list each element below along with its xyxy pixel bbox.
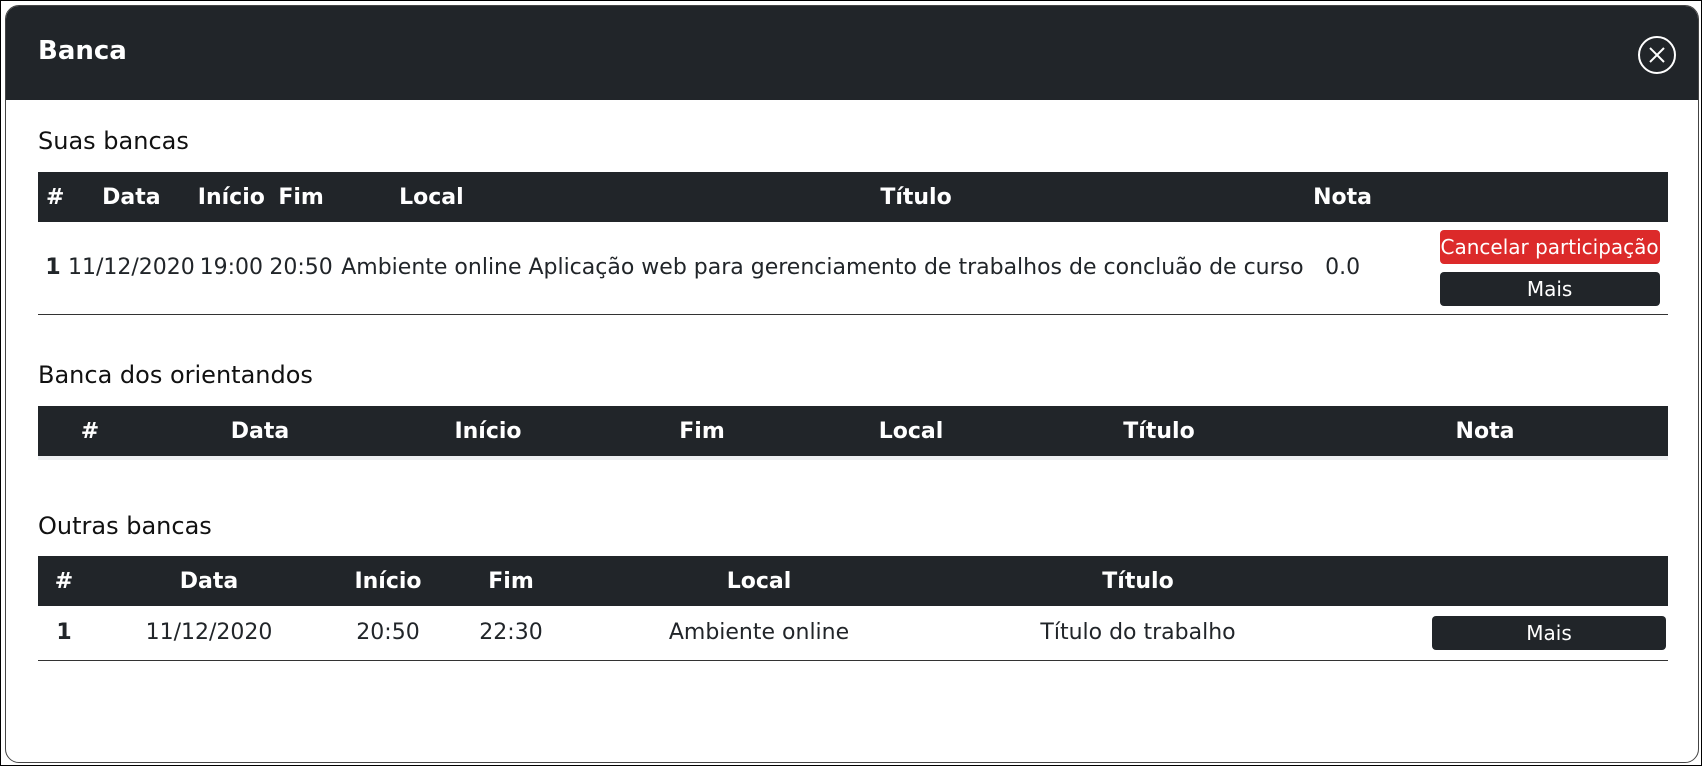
cell-local: Ambiente online (334, 222, 529, 315)
column-header: # (38, 556, 90, 606)
cell-actions: Cancelar participação Mais (1381, 222, 1668, 315)
close-button[interactable] (1638, 36, 1676, 74)
column-header: Título (1016, 406, 1302, 456)
empty-table-divider (38, 456, 1668, 460)
suas-bancas-table: # Data Início Fim Local Título Nota 1 11… (38, 172, 1668, 315)
cell-fim: 20:50 (267, 222, 335, 315)
column-header: Local (806, 406, 1016, 456)
column-header: Início (378, 406, 598, 456)
column-header: Nota (1302, 406, 1668, 456)
row-number: 1 (38, 222, 68, 315)
section-title-outras-bancas: Outras bancas (38, 512, 212, 540)
column-header: Local (334, 172, 529, 222)
column-header: Início (194, 172, 268, 222)
table-header-row: # Data Início Fim Local Título Nota (38, 172, 1668, 222)
cancel-participation-button[interactable]: Cancelar participação (1439, 229, 1660, 264)
column-header: # (38, 172, 68, 222)
section-title-suas-bancas: Suas bancas (38, 127, 189, 155)
table-header-row: # Data Início Fim Local Título (38, 556, 1668, 606)
banca-orientandos-table: # Data Início Fim Local Título Nota (38, 406, 1668, 456)
close-icon (1649, 47, 1665, 63)
cell-local: Ambiente online (574, 606, 944, 661)
column-header: Nota (1303, 172, 1382, 222)
column-header: Título (944, 556, 1332, 606)
section-title-banca-orientandos: Banca dos orientandos (38, 361, 313, 389)
cell-fim: 22:30 (448, 606, 574, 661)
more-button[interactable]: Mais (1432, 615, 1666, 650)
column-header: Fim (267, 172, 335, 222)
cell-data: 11/12/2020 (90, 606, 328, 661)
window-frame: Banca Suas bancas # Data Início Fim Loca… (0, 0, 1702, 766)
table-row: 1 11/12/2020 20:50 22:30 Ambiente online… (38, 606, 1668, 661)
cell-inicio: 19:00 (194, 222, 268, 315)
modal-header: Banca (6, 6, 1698, 100)
cell-nota: 0.0 (1303, 222, 1382, 315)
column-header: Fim (598, 406, 806, 456)
cell-actions: Mais (1332, 606, 1668, 661)
column-header: Data (67, 172, 195, 222)
table-row: 1 11/12/2020 19:00 20:50 Ambiente online… (38, 222, 1668, 315)
column-header: # (38, 406, 142, 456)
outras-bancas-table: # Data Início Fim Local Título 1 11/12/2… (38, 556, 1668, 661)
column-header: Data (142, 406, 378, 456)
cell-data: 11/12/2020 (67, 222, 195, 315)
more-button[interactable]: Mais (1439, 271, 1660, 306)
modal-title: Banca (38, 36, 127, 66)
column-header: Título (528, 172, 1304, 222)
row-number: 1 (38, 606, 90, 661)
column-header: Data (90, 556, 328, 606)
column-header: Fim (448, 556, 574, 606)
cell-inicio: 20:50 (328, 606, 448, 661)
cell-titulo: Título do trabalho (944, 606, 1332, 661)
banca-modal: Banca Suas bancas # Data Início Fim Loca… (5, 5, 1699, 763)
column-header: Início (328, 556, 448, 606)
cell-titulo: Aplicação web para gerenciamento de trab… (528, 222, 1304, 315)
column-header: Local (574, 556, 944, 606)
column-header (1381, 172, 1668, 222)
table-header-row: # Data Início Fim Local Título Nota (38, 406, 1668, 456)
column-header (1332, 556, 1668, 606)
